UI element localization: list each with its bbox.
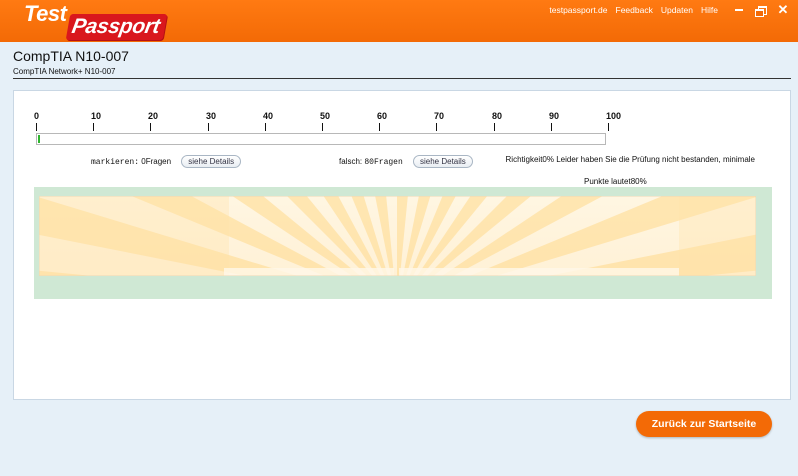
scale-tick-mark [265, 123, 266, 131]
scale-tick-label: 60 [377, 111, 388, 121]
result-banner-frame [34, 187, 772, 299]
top-navigation: testpassport.de Feedback Updaten Hilfe ✕ [549, 2, 798, 17]
marked-details-button[interactable]: siehe Details [181, 155, 242, 168]
scale-tick-mark [322, 123, 323, 131]
percent-scale: 0 10 20 30 40 50 60 70 80 90 100 [34, 111, 621, 133]
scale-tick-mark [36, 123, 37, 131]
scale-tick-label: 70 [434, 111, 445, 121]
page-title: CompTIA N10-007 [13, 48, 129, 64]
wrong-value: 80Fragen [364, 158, 403, 167]
minimize-icon[interactable] [730, 3, 748, 17]
score-progress-fill [38, 135, 40, 143]
nav-link-help[interactable]: Hilfe [701, 5, 718, 15]
scale-tick-label: 10 [91, 111, 102, 121]
result-banner [39, 196, 756, 276]
scale-tick-mark [379, 123, 380, 131]
title-divider [13, 78, 791, 79]
scale-tick-mark [551, 123, 552, 131]
nav-link-feedback[interactable]: Feedback [616, 5, 653, 15]
scale-tick-label: 90 [549, 111, 560, 121]
scale-tick-mark [436, 123, 437, 131]
marked-label: markieren: [91, 158, 140, 167]
result-message-line1: Richtigkeit0% Leider haben Sie die Prüfu… [505, 155, 755, 164]
result-message-line2: Punkte lautet80% [584, 177, 647, 186]
scale-tick-label: 30 [206, 111, 217, 121]
scale-tick-label: 50 [320, 111, 331, 121]
wrong-label: falsch: [339, 157, 363, 166]
app-header: Test Passport testpassport.de Feedback U… [0, 0, 798, 42]
nav-link-website[interactable]: testpassport.de [549, 5, 607, 15]
scale-tick-label: 20 [148, 111, 159, 121]
restore-icon[interactable] [752, 3, 770, 17]
scale-tick-mark [93, 123, 94, 131]
marked-stat: markieren: 0Fragen siehe Details [91, 155, 242, 168]
nav-link-update[interactable]: Updaten [661, 5, 693, 15]
scale-tick-label: 100 [606, 111, 622, 121]
page-subtitle: CompTIA Network+ N10-007 [13, 67, 116, 76]
close-icon[interactable]: ✕ [774, 2, 792, 17]
scale-tick-mark [150, 123, 151, 131]
wrong-details-button[interactable]: siehe Details [413, 155, 473, 168]
logo-test-text: Test [24, 1, 67, 26]
logo-passport-text: Passport [65, 14, 168, 40]
scale-tick-mark [208, 123, 209, 131]
wrong-stat: falsch: 80Fragen siehe Details [339, 155, 473, 168]
scale-tick-mark [608, 123, 609, 131]
scale-tick-label: 40 [263, 111, 274, 121]
scale-tick-mark [494, 123, 495, 131]
marked-value: 0Fragen [141, 157, 172, 166]
scale-tick-label: 80 [492, 111, 503, 121]
sunburst-graphic [39, 196, 756, 276]
score-progress-bar [36, 133, 606, 145]
scale-tick-label: 0 [34, 111, 40, 121]
result-panel: 0 10 20 30 40 50 60 70 80 90 100 markieren: 0Frage… [13, 90, 791, 400]
back-to-start-button[interactable]: Zurück zur Startseite [636, 411, 772, 437]
